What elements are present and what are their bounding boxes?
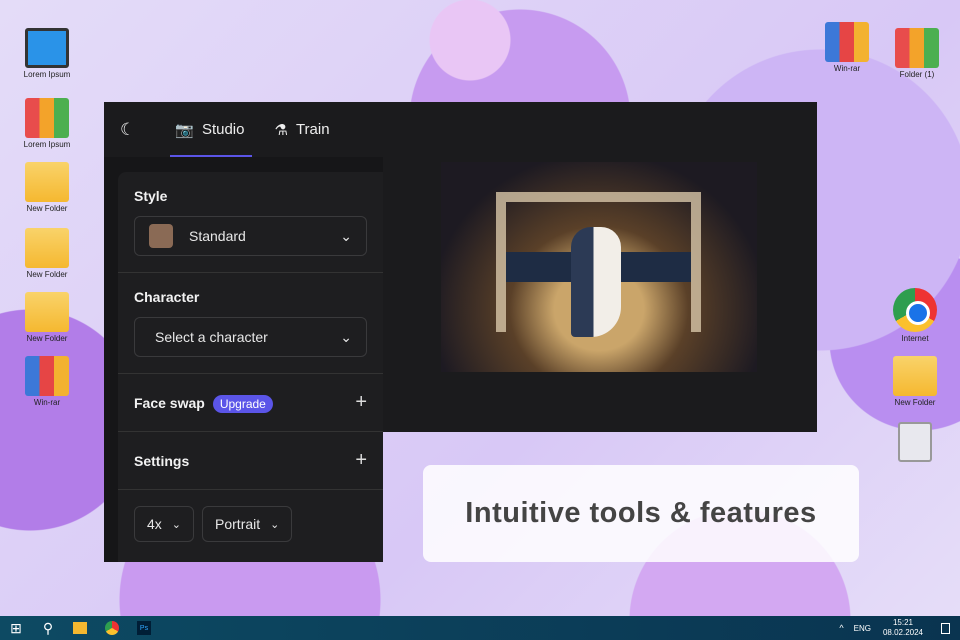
winrar-icon [25,356,69,396]
folder-icon [893,356,937,396]
desktop-icon-folder[interactable]: New Folder [12,162,82,213]
settings-expand-plus-icon[interactable]: + [355,449,367,472]
chevron-down-icon: ⌄ [340,328,352,345]
desktop-icon-winrar[interactable]: Win-rar [12,356,82,407]
desktop-icon-computer[interactable]: Lorem Ipsum [12,28,82,79]
folder-icon [25,228,69,268]
computer-icon [25,28,69,68]
recycle-bin[interactable] [880,422,950,464]
feature-banner: Intuitive tools & features [423,465,859,562]
notification-icon[interactable] [941,622,950,634]
desktop-icon-folder[interactable]: New Folder [12,228,82,279]
winrar-icon [825,22,869,62]
upgrade-badge[interactable]: Upgrade [212,394,273,413]
trash-icon [898,422,932,462]
photoshop-icon[interactable]: Ps [128,616,160,640]
search-icon[interactable]: ⚲ [32,616,64,640]
orientation-select[interactable]: Portrait ⌄ [202,506,293,542]
file-explorer-icon[interactable] [64,616,96,640]
chevron-down-icon: ⌄ [171,518,182,531]
flask-icon: ⚗ [274,121,288,139]
studio-panel: ☾ 📷 Studio ⚗ Train Style Standard ⌄ Charact… [104,102,383,562]
tray-arrow-icon[interactable]: ^ [839,623,843,633]
character-select[interactable]: Select a character ⌄ [134,317,367,357]
face-swap-label: Face swap [134,394,205,411]
face-swap-expand-plus-icon[interactable]: + [355,391,367,414]
tab-train[interactable]: ⚗ Train [274,102,329,157]
desktop-icon-winrar[interactable]: Win-rar [812,22,882,73]
language-indicator[interactable]: ENG [854,624,871,633]
chevron-down-icon: ⌄ [340,227,352,244]
chevron-down-icon: ⌄ [270,518,280,531]
scale-select[interactable]: 4x ⌄ [134,506,195,542]
binder-icon [25,98,69,138]
generated-image[interactable] [441,162,757,372]
tab-studio[interactable]: 📷 Studio [170,102,253,157]
desktop-icon-binders[interactable]: Lorem Ipsum [12,98,82,149]
desktop-icon-internet[interactable]: Internet [880,288,950,343]
style-select[interactable]: Standard ⌄ [134,216,367,256]
settings-label: Settings [134,452,190,469]
folder-icon [25,292,69,332]
style-thumbnail [149,224,173,248]
taskbar: ⊞ ⚲ Ps ^ ENG 15:21 08.02.2024 [0,616,960,640]
chrome-icon [893,288,937,332]
character-label: Character [134,289,200,305]
desktop-icon-folder[interactable]: New Folder [880,356,950,407]
clock[interactable]: 15:21 08.02.2024 [883,618,923,638]
desktop-icon-folder[interactable]: New Folder [12,292,82,343]
camera-icon: 📷 [175,121,194,139]
windows-start-icon[interactable]: ⊞ [0,616,32,640]
desktop-icon-folder1[interactable]: Folder (1) [882,28,952,79]
chrome-icon[interactable] [96,616,128,640]
binder-icon [895,28,939,68]
moon-icon[interactable]: ☾ [120,120,135,140]
folder-icon [25,162,69,202]
style-label: Style [134,188,168,204]
